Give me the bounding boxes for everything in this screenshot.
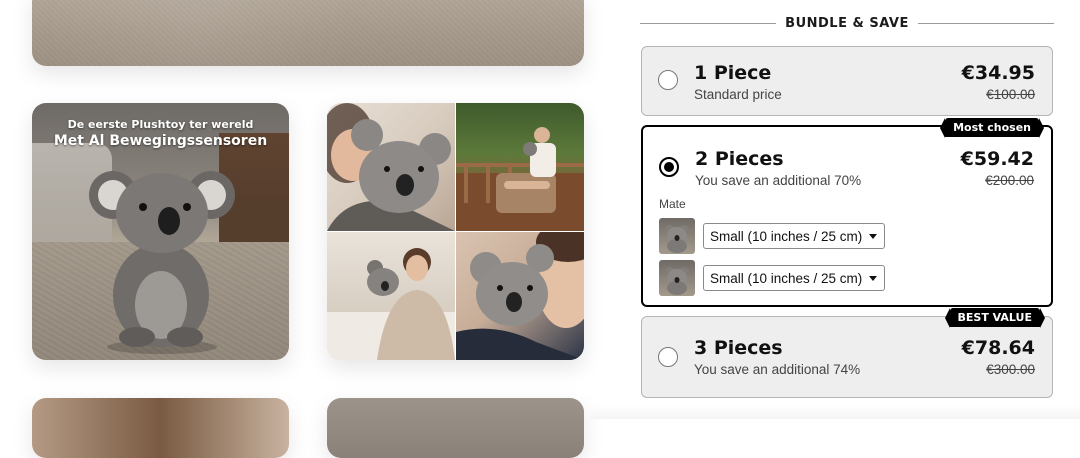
- size-select-2[interactable]: Small (10 inches / 25 cm): [703, 265, 885, 291]
- variant-row: Small (10 inches / 25 cm): [659, 260, 885, 296]
- variant-thumbnail: [659, 218, 695, 254]
- page-bottom-fade: [590, 405, 1080, 419]
- offer-title: 1 Piece: [694, 62, 772, 84]
- offer-2-radio[interactable]: [659, 157, 679, 177]
- size-select-1[interactable]: Small (10 inches / 25 cm): [703, 223, 885, 249]
- gallery-image-koala-room[interactable]: De eerste Plushtoy ter wereld Met Al Bew…: [32, 103, 289, 360]
- koala-plush-illustration: [89, 171, 235, 354]
- collage-photo-koala-on-shoulder: [456, 232, 584, 360]
- size-select-value: Small (10 inches / 25 cm): [710, 228, 863, 244]
- best-value-badge: BEST VALUE: [944, 308, 1045, 328]
- size-select-value: Small (10 inches / 25 cm): [710, 270, 863, 286]
- koala-headline-large: Met Al Bewegingssensoren: [53, 133, 268, 149]
- gallery-image-carpet[interactable]: [32, 0, 584, 66]
- offer-3-radio[interactable]: [658, 347, 678, 367]
- divider-left: [640, 22, 777, 24]
- gallery-image-collage[interactable]: [327, 103, 584, 360]
- bundle-heading-text: BUNDLE & SAVE: [785, 15, 909, 31]
- offer-title: 3 Pieces: [694, 337, 783, 359]
- offer-2-pieces[interactable]: Most chosen 2 Pieces You save an additio…: [641, 118, 1053, 307]
- collage-photo-porch-chair: [456, 103, 584, 231]
- offer-price: €78.64: [961, 337, 1035, 359]
- offer-old-price: €200.00: [985, 173, 1034, 188]
- koala-headline-small: De eerste Plushtoy ter wereld: [67, 118, 254, 131]
- offer-3-pieces[interactable]: BEST VALUE 3 Pieces You save an addition…: [641, 308, 1053, 398]
- variant-thumbnail: [659, 260, 695, 296]
- offer-subtitle: Standard price: [694, 87, 782, 102]
- variant-label: Mate: [659, 197, 686, 211]
- offer-title: 2 Pieces: [695, 148, 784, 170]
- gallery-image-bottom-right[interactable]: [327, 398, 584, 458]
- offer-1-piece[interactable]: 1 Piece Standard price €34.95 €100.00: [641, 46, 1053, 116]
- offer-price: €34.95: [961, 62, 1035, 84]
- collage-photo-woman-hugging-koala: [327, 103, 455, 231]
- collage-photo-woman-in-bed: [327, 232, 455, 360]
- offer-subtitle: You save an additional 70%: [695, 173, 862, 188]
- chevron-down-icon: [869, 234, 877, 239]
- offer-price: €59.42: [960, 148, 1034, 170]
- offer-subtitle: You save an additional 74%: [694, 362, 861, 377]
- most-chosen-badge: Most chosen: [940, 118, 1044, 138]
- offer-1-radio[interactable]: [658, 70, 678, 90]
- variant-row: Small (10 inches / 25 cm): [659, 218, 885, 254]
- gallery-image-bottom-left[interactable]: [32, 398, 289, 458]
- offer-old-price: €100.00: [986, 87, 1035, 102]
- bundle-heading: BUNDLE & SAVE: [640, 14, 1055, 32]
- chevron-down-icon: [869, 276, 877, 281]
- divider-right: [917, 22, 1055, 24]
- offer-old-price: €300.00: [986, 362, 1035, 377]
